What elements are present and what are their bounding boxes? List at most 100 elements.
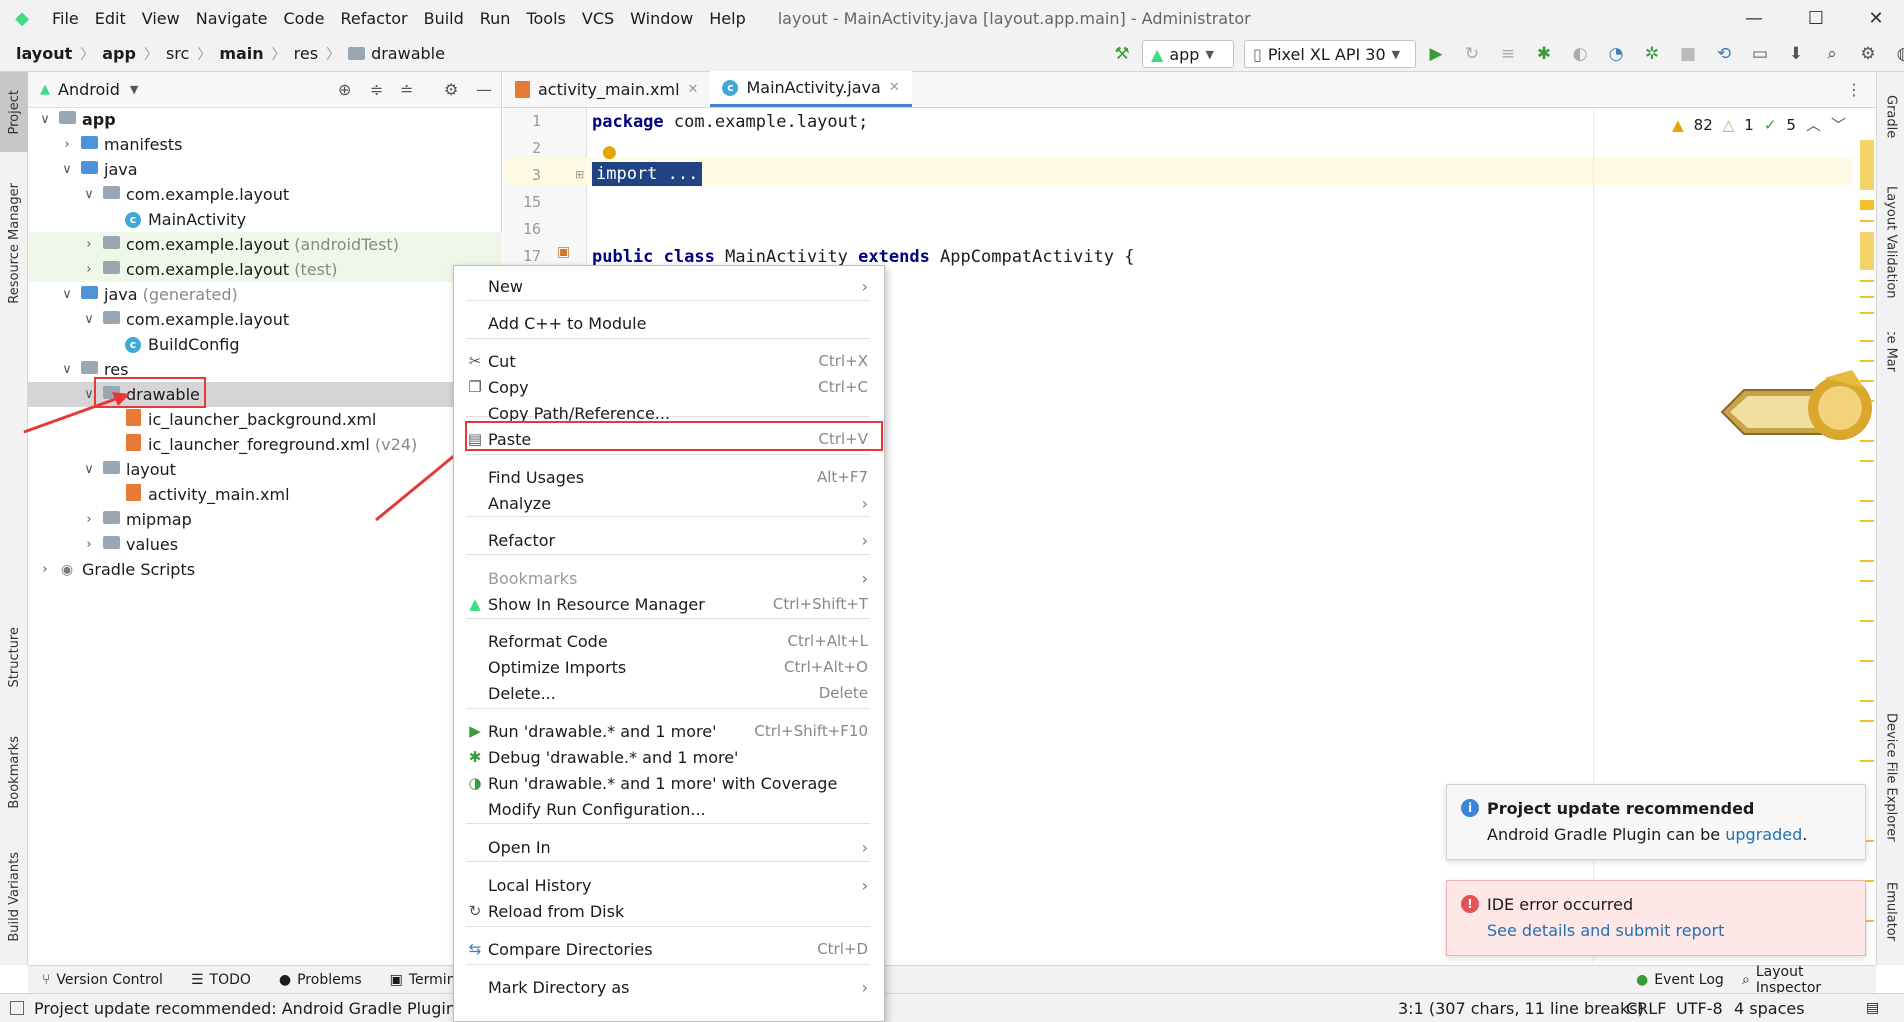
menu-item-run-drawable-and-1-more[interactable]: ▶ Run 'drawable.* and 1 more' Ctrl+Shift+F… [462,718,874,744]
menu-item-cut[interactable]: ✂ Cut Ctrl+X [462,348,874,374]
breadcrumb-res[interactable]: res [290,44,322,63]
menu-item-local-history[interactable]: Local History › [462,872,874,898]
coverage-icon[interactable]: ◐ [1564,44,1596,64]
gear-icon[interactable]: ⚙ [444,80,458,99]
menu-edit[interactable]: Edit [87,9,134,28]
menu-refactor[interactable]: Refactor [332,9,415,28]
chevron-right-icon[interactable]: › [34,562,56,577]
tab-mainactivity-java[interactable]: c MainActivity.java ✕ [710,71,912,107]
chevron-down-icon[interactable]: ∨ [78,462,100,477]
search-icon[interactable]: ⌕ [1816,44,1848,64]
menu-item-copy[interactable]: ❐ Copy Ctrl+C [462,374,874,400]
tab-build-variants[interactable]: Build Variants [0,842,28,952]
build-hammer-icon[interactable]: ⚒ [1106,44,1138,64]
expand-all-icon[interactable]: ≑ [370,80,383,99]
tab-activity-main-xml[interactable]: activity_main.xml ✕ [503,71,710,107]
menu-item-modify-run-configuration[interactable]: Modify Run Configuration... [462,796,874,822]
menu-item-compare-directories[interactable]: ⇆ Compare Directories Ctrl+D [462,936,874,962]
more-options-icon[interactable]: ⋮ [1846,80,1862,99]
breadcrumb-app[interactable]: app [98,44,140,63]
fold-icon[interactable]: ⊞ [575,168,584,181]
chevron-right-icon[interactable]: › [78,512,100,527]
breadcrumb-main[interactable]: main [215,44,267,63]
menu-item-delete[interactable]: Delete... Delete [462,680,874,706]
tab-emulator[interactable]: Emulator [1877,872,1904,952]
tree-item-gradle-scripts[interactable]: › ◉ Gradle Scripts [28,557,502,582]
chevron-down-icon[interactable]: ﹀ [1831,114,1846,135]
tab-resource-manager[interactable]: Resource Manager [0,168,28,318]
tree-item-package-generated[interactable]: ∨ com.example.layout [28,307,502,332]
chevron-down-icon[interactable]: ∨ [78,187,100,202]
collapse-all-icon[interactable]: ≐ [400,80,413,99]
chevron-right-icon[interactable]: › [56,137,78,152]
tab-gradle[interactable]: Gradle [1877,82,1904,152]
menu-item-run-drawable-and-1-more-with-coverage[interactable]: ◑ Run 'drawable.* and 1 more' with Covera… [462,770,874,796]
menu-item-bookmarks[interactable]: Bookmarks › [462,565,874,591]
status-message[interactable]: Project update recommended: Android Grad… [34,999,490,1018]
attach-debugger-icon[interactable]: ✲ [1636,44,1668,64]
folded-imports[interactable]: import ... [592,162,703,186]
tab-version-control[interactable]: ⑂ Version Control [28,972,177,988]
menu-item-new[interactable]: New › [462,273,874,299]
tree-item-app[interactable]: ∨ app [28,107,502,132]
chevron-right-icon[interactable]: › [78,262,100,277]
stop-icon[interactable]: ■ [1672,44,1704,64]
sync-gradle-icon[interactable]: ⟲ [1708,44,1740,64]
menu-help[interactable]: Help [701,9,753,28]
tree-item-java[interactable]: ∨ java [28,157,502,182]
debug-icon[interactable]: ✱ [1528,44,1560,64]
tab-bookmarks[interactable]: Bookmarks [0,722,28,822]
menu-item-open-in[interactable]: Open In › [462,834,874,860]
update-notification[interactable]: i Project update recommended Android Gra… [1446,784,1866,860]
close-tab-icon[interactable]: ✕ [889,80,900,95]
tab-project[interactable]: Project [0,72,28,152]
profiler-icon[interactable]: ◔ [1600,44,1632,64]
tree-item-package-androidtest[interactable]: › com.example.layout (androidTest) [28,232,502,257]
close-tab-icon[interactable]: ✕ [688,82,699,97]
tree-item-values[interactable]: › values [28,532,502,557]
user-icon[interactable]: ◍ [1888,44,1904,64]
activity-gutter-icon[interactable]: ▣ [557,244,570,260]
menu-navigate[interactable]: Navigate [188,9,276,28]
menu-file[interactable]: File [44,9,87,28]
indent-setting[interactable]: 4 spaces [1734,999,1805,1018]
menu-view[interactable]: View [134,9,188,28]
apply-code-changes-icon[interactable]: ≡ [1492,44,1524,64]
chevron-right-icon[interactable]: › [78,237,100,252]
close-icon[interactable]: ✕ [1848,0,1904,36]
caret-position[interactable]: 3:1 (307 chars, 11 line breaks) [1398,999,1644,1018]
menu-window[interactable]: Window [622,9,701,28]
menu-item-analyze[interactable]: Analyze › [462,490,874,516]
menu-item-find-usages[interactable]: Find Usages Alt+F7 [462,464,874,490]
tab-event-log[interactable]: ● Event Log [1622,972,1738,988]
locate-icon[interactable]: ⊕ [338,80,351,99]
error-notification[interactable]: ! IDE error occurred See details and sub… [1446,880,1866,956]
run-config-select[interactable]: ▲ app ▼ [1142,40,1234,68]
chevron-down-icon[interactable]: ∨ [78,312,100,327]
menu-run[interactable]: Run [472,9,519,28]
menu-item-add-c-to-module[interactable]: Add C++ to Module [462,310,874,336]
breadcrumb-layout[interactable]: layout [12,44,76,63]
intention-bulb-icon[interactable]: ● [602,142,617,162]
chevron-down-icon[interactable]: ∨ [56,162,78,177]
breadcrumb-drawable[interactable]: drawable [344,44,449,63]
menu-item-mark-directory-as[interactable]: Mark Directory as › [462,974,874,1000]
sdk-manager-icon[interactable]: ⬇ [1780,44,1812,64]
menu-tools[interactable]: Tools [518,9,573,28]
tab-device-manager[interactable]: Device Manager [1877,332,1904,372]
tab-problems[interactable]: ● Problems [265,972,376,988]
view-mode-select[interactable]: Android [58,80,120,99]
tab-todo[interactable]: ☰ TODO [177,972,265,988]
status-toggle-icon[interactable] [10,1001,24,1015]
hide-panel-icon[interactable]: — [476,80,492,99]
tree-item-manifests[interactable]: › manifests [28,132,502,157]
chevron-down-icon[interactable]: ∨ [34,112,56,127]
chevron-right-icon[interactable]: › [78,537,100,552]
settings-gear-icon[interactable]: ⚙ [1852,44,1884,64]
inspection-widget[interactable]: ▲ 82 △ 1 ✓ 5 ︿ ﹀ [1672,114,1846,135]
tab-structure[interactable]: Structure [0,612,28,702]
chevron-down-icon[interactable]: ∨ [56,287,78,302]
upgrade-link[interactable]: upgraded [1725,825,1802,844]
menu-item-optimize-imports[interactable]: Optimize Imports Ctrl+Alt+O [462,654,874,680]
apply-changes-icon[interactable]: ↻ [1456,44,1488,64]
